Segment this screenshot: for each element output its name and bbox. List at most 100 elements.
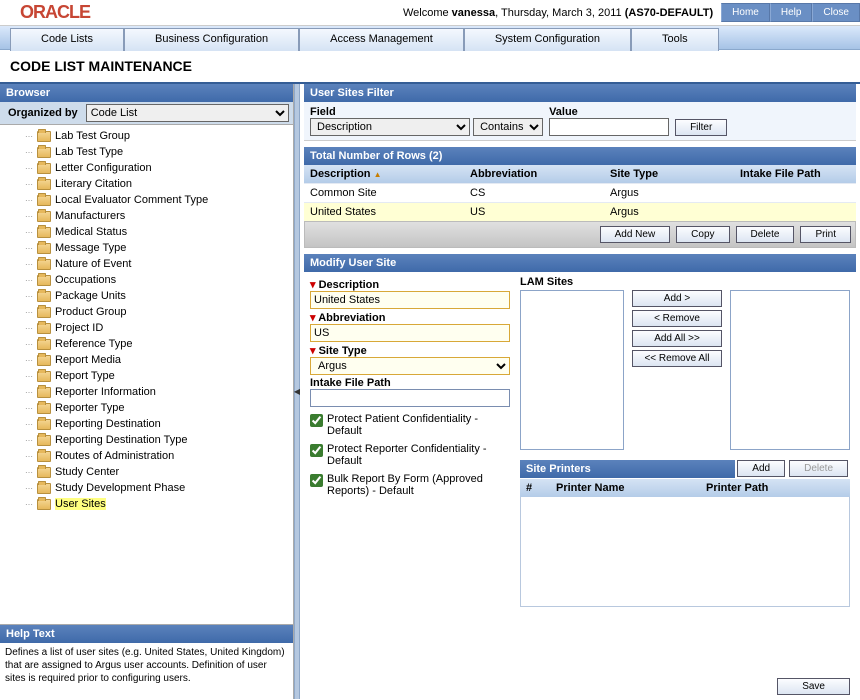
grid-title: Total Number of Rows (2): [304, 147, 856, 165]
printer-delete-button[interactable]: Delete: [789, 460, 848, 477]
printer-col-path: Printer Path: [700, 479, 850, 497]
col-description[interactable]: Description ▲: [304, 165, 464, 183]
copy-button[interactable]: Copy: [676, 226, 729, 243]
tree-item[interactable]: ⋯Nature of Event: [0, 256, 293, 272]
filter-value-label: Value: [549, 106, 669, 118]
nav-access-mgmt[interactable]: Access Management: [299, 28, 464, 51]
filter-button[interactable]: Filter: [675, 119, 727, 136]
lam-selected-list[interactable]: [730, 290, 850, 450]
folder-icon: [37, 243, 51, 254]
tree-item[interactable]: ⋯Medical Status: [0, 224, 293, 240]
tree-item[interactable]: ⋯User Sites: [0, 496, 293, 512]
tree-item[interactable]: ⋯Lab Test Type: [0, 144, 293, 160]
printers-grid[interactable]: [520, 497, 850, 607]
folder-icon: [37, 147, 51, 158]
folder-icon: [37, 435, 51, 446]
help-button[interactable]: Help: [770, 3, 813, 22]
folder-icon: [37, 451, 51, 462]
add-new-button[interactable]: Add New: [600, 226, 671, 243]
chk-reporter-conf[interactable]: [310, 444, 323, 457]
tree-item[interactable]: ⋯Local Evaluator Comment Type: [0, 192, 293, 208]
col-site-type[interactable]: Site Type: [604, 165, 734, 183]
filter-header: User Sites Filter: [304, 84, 856, 102]
col-intake-path[interactable]: Intake File Path: [734, 165, 856, 183]
tree-item[interactable]: ⋯Package Units: [0, 288, 293, 304]
lam-addall-button[interactable]: Add All >>: [632, 330, 722, 347]
col-abbreviation[interactable]: Abbreviation: [464, 165, 604, 183]
help-body: Defines a list of user sites (e.g. Unite…: [0, 643, 293, 699]
desc-label: Description: [319, 279, 380, 291]
nav-code-lists[interactable]: Code Lists: [10, 28, 124, 51]
printers-header: Site Printers: [520, 460, 735, 478]
print-button[interactable]: Print: [800, 226, 851, 243]
home-button[interactable]: Home: [721, 3, 770, 22]
chk-bulk-label: Bulk Report By Form (Approved Reports) -…: [327, 473, 510, 497]
tree-item[interactable]: ⋯Reference Type: [0, 336, 293, 352]
welcome-context: (AS70-DEFAULT): [625, 7, 713, 19]
folder-icon: [37, 499, 51, 510]
tree-item[interactable]: ⋯Literary Citation: [0, 176, 293, 192]
lam-remove-button[interactable]: < Remove: [632, 310, 722, 327]
required-icon: ▾: [310, 279, 316, 291]
welcome-prefix: Welcome: [403, 7, 452, 19]
tree-item[interactable]: ⋯Study Center: [0, 464, 293, 480]
folder-icon: [37, 371, 51, 382]
lam-removeall-button[interactable]: << Remove All: [632, 350, 722, 367]
tree-item[interactable]: ⋯Letter Configuration: [0, 160, 293, 176]
delete-button[interactable]: Delete: [736, 226, 795, 243]
tree-item[interactable]: ⋯Message Type: [0, 240, 293, 256]
tree-item[interactable]: ⋯Reporter Type: [0, 400, 293, 416]
tree-item[interactable]: ⋯Lab Test Group: [0, 128, 293, 144]
main-nav: Code Lists Business Configuration Access…: [0, 26, 860, 50]
folder-icon: [37, 259, 51, 270]
folder-icon: [37, 227, 51, 238]
tree-item[interactable]: ⋯Product Group: [0, 304, 293, 320]
filter-field-select[interactable]: Description: [310, 118, 470, 136]
filter-op-select[interactable]: Contains: [473, 118, 543, 136]
folder-icon: [37, 195, 51, 206]
table-row[interactable]: United StatesUSArgus: [304, 202, 856, 221]
tree-item[interactable]: ⋯Routes of Administration: [0, 448, 293, 464]
tree-item[interactable]: ⋯Study Development Phase: [0, 480, 293, 496]
chk-reporter-label: Protect Reporter Confidentiality - Defau…: [327, 443, 510, 467]
folder-icon: [37, 275, 51, 286]
chk-bulk-report[interactable]: [310, 474, 323, 487]
tree-item[interactable]: ⋯Occupations: [0, 272, 293, 288]
lam-sites-label: LAM Sites: [520, 276, 850, 288]
modify-header: Modify User Site: [304, 254, 856, 272]
abbreviation-input[interactable]: [310, 324, 510, 342]
nav-tools[interactable]: Tools: [631, 28, 719, 51]
tree-item[interactable]: ⋯Report Media: [0, 352, 293, 368]
lam-add-button[interactable]: Add >: [632, 290, 722, 307]
lam-available-list[interactable]: [520, 290, 624, 450]
sort-asc-icon: ▲: [374, 170, 382, 179]
path-label: Intake File Path: [310, 377, 510, 389]
close-button[interactable]: Close: [812, 3, 860, 22]
chk-patient-conf[interactable]: [310, 414, 323, 427]
tree-item[interactable]: ⋯Project ID: [0, 320, 293, 336]
printer-add-button[interactable]: Add: [737, 460, 785, 477]
description-input[interactable]: [310, 291, 510, 309]
folder-icon: [37, 307, 51, 318]
save-button[interactable]: Save: [777, 678, 850, 695]
folder-icon: [37, 291, 51, 302]
code-list-tree[interactable]: ⋯Lab Test Group⋯Lab Test Type⋯Letter Con…: [0, 125, 293, 624]
tree-item[interactable]: ⋯Reporter Information: [0, 384, 293, 400]
browser-header: Browser: [0, 84, 293, 102]
nav-system-config[interactable]: System Configuration: [464, 28, 631, 51]
folder-icon: [37, 211, 51, 222]
organized-by-select[interactable]: Code List: [86, 104, 289, 122]
folder-icon: [37, 355, 51, 366]
folder-icon: [37, 163, 51, 174]
table-row[interactable]: Common SiteCSArgus: [304, 183, 856, 202]
folder-icon: [37, 323, 51, 334]
nav-business-config[interactable]: Business Configuration: [124, 28, 299, 51]
tree-item[interactable]: ⋯Reporting Destination: [0, 416, 293, 432]
filter-value-input[interactable]: [549, 118, 669, 136]
tree-item[interactable]: ⋯Manufacturers: [0, 208, 293, 224]
site-type-select[interactable]: Argus: [310, 357, 510, 375]
intake-path-input[interactable]: [310, 389, 510, 407]
tree-item[interactable]: ⋯Report Type: [0, 368, 293, 384]
tree-item[interactable]: ⋯Reporting Destination Type: [0, 432, 293, 448]
required-icon: ▾: [310, 312, 316, 324]
